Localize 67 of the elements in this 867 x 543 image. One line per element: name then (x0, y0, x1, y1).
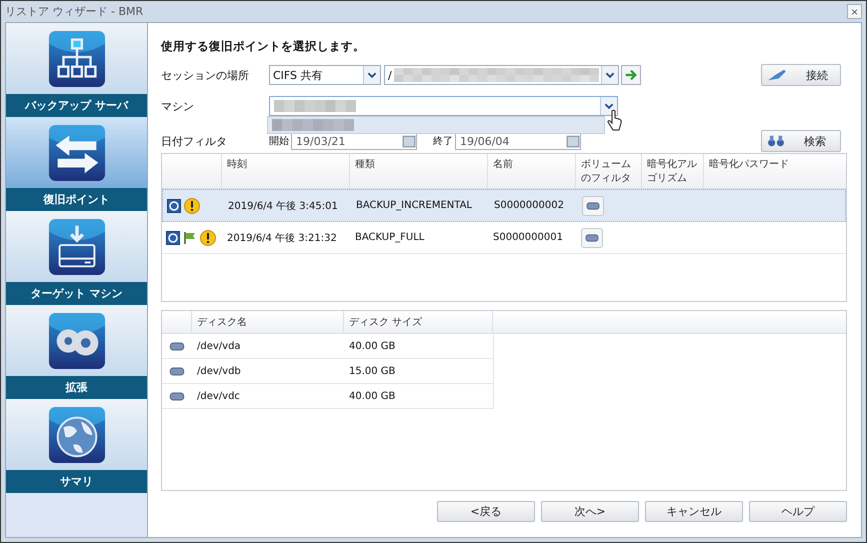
wizard-step[interactable]: 拡張 (6, 305, 147, 399)
column-header: 種類 (350, 154, 488, 188)
network-tree-icon (48, 30, 106, 88)
table-cell-text: 2019/6/4 午後 3:45:01 (227, 200, 339, 214)
window-title: リストア ウィザード - BMR (5, 4, 144, 19)
connect-button[interactable]: 接続 (761, 64, 841, 86)
volume-filter-button[interactable] (582, 196, 604, 216)
end-date-field[interactable]: 19/06/04 (455, 132, 581, 150)
column-header: ボリュームのフィルタ (576, 154, 642, 188)
end-label: 終了 (433, 135, 454, 148)
column-header: ディスク名 (192, 311, 344, 333)
step-label: 復旧ポイント (6, 188, 147, 211)
drive-download-icon (48, 218, 106, 276)
globe-icon (48, 406, 106, 464)
table-cell-text: /dev/vda (196, 340, 242, 354)
go-button[interactable] (621, 65, 641, 85)
table-cell-text: 15.00 GB (348, 364, 396, 378)
column-header: 時刻 (222, 154, 350, 188)
step-label: サマリ (6, 470, 147, 493)
step-label: バックアップ サーバ (6, 94, 147, 117)
wizard-step[interactable]: サマリ (6, 399, 147, 493)
chevron-down-icon (601, 66, 618, 84)
wizard-step[interactable]: 復旧ポイント (6, 117, 147, 211)
table-cell-text: S0000000001 (492, 231, 564, 245)
hand-cursor-icon (607, 109, 623, 131)
recovery-point-row[interactable]: 2019/6/4 午後 3:45:01 BACKUP_INCREMENTAL S0000000002 (162, 189, 846, 222)
instruction-heading: 使用する復旧ポイントを選択します。 (161, 39, 366, 54)
calendar-icon (566, 134, 580, 148)
volume-filter-button[interactable] (581, 228, 603, 248)
table-cell-text: 40.00 GB (348, 390, 396, 404)
wizard-button[interactable]: ヘルプ (749, 501, 847, 522)
search-button[interactable]: 検索 (761, 130, 841, 152)
swap-arrows-icon (48, 124, 106, 182)
recovery-point-row[interactable]: 2019/6/4 午後 3:21:32 BACKUP_FULL S0000000001 (162, 222, 846, 254)
wizard-button[interactable]: キャンセル (645, 501, 743, 522)
table-cell-text: S0000000002 (493, 199, 565, 213)
session-icon (167, 198, 181, 212)
session-path-dropdown[interactable]: / (384, 65, 619, 85)
field-label: セッションの場所 (161, 68, 250, 82)
start-date-field[interactable]: 19/03/21 (291, 132, 417, 150)
column-header: 暗号化パスワード (708, 158, 790, 172)
session-icon (166, 230, 180, 244)
step-label: ターゲット マシン (6, 282, 147, 305)
share-type-dropdown[interactable]: CIFS 共有 (269, 65, 381, 85)
wizard-step[interactable]: バックアップ サーバ (6, 23, 147, 117)
table-cell-text: BACKUP_INCREMENTAL (355, 199, 473, 213)
wizard-button[interactable]: 次へ> (541, 501, 639, 522)
field-label: マシン (161, 98, 195, 114)
start-label: 開始 (269, 135, 290, 148)
wizard-button[interactable]: <戻る (437, 501, 535, 522)
table-cell-text: 40.00 GB (348, 340, 396, 354)
wizard-step[interactable]: ターゲット マシン (6, 211, 147, 305)
step-label: 拡張 (6, 376, 147, 399)
field-label: 日付フィルタ (161, 134, 228, 148)
chevron-down-icon (363, 66, 380, 84)
table-cell-text: /dev/vdb (196, 364, 242, 378)
chevron-down-icon (600, 97, 617, 115)
column-header: 暗号化アルゴリズム (642, 154, 704, 188)
calendar-icon (402, 134, 416, 148)
table-cell-text: /dev/vdc (196, 390, 241, 404)
table-cell-text: BACKUP_FULL (354, 231, 426, 245)
column-header: 名前 (488, 154, 576, 188)
close-button[interactable]: × (847, 4, 862, 19)
arrow-right-icon (624, 68, 638, 82)
column-header: ディスク サイズ (344, 311, 493, 333)
binoculars-icon (766, 134, 786, 148)
table-cell-text: 2019/6/4 午後 3:21:32 (226, 232, 338, 246)
